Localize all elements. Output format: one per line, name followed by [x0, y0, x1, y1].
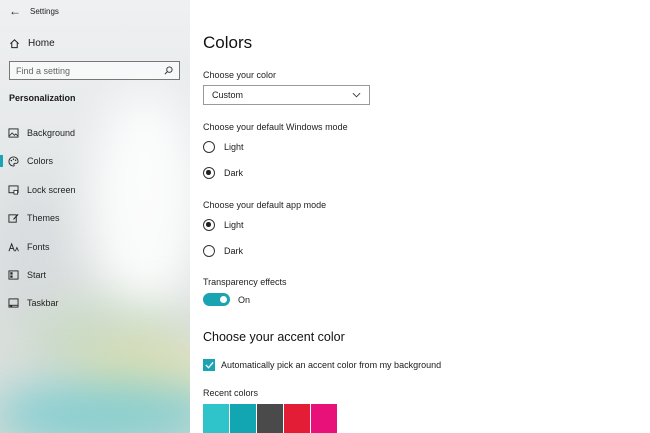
sidebar-item-label: Background — [27, 128, 76, 138]
search-input[interactable] — [16, 65, 156, 76]
color-swatch[interactable] — [311, 404, 337, 433]
font-icon — [0, 242, 27, 253]
transparency-toggle[interactable] — [203, 293, 230, 306]
home-icon — [0, 38, 28, 49]
transparency-toggle-row[interactable]: On — [203, 293, 250, 306]
search-box[interactable] — [9, 61, 180, 80]
sidebar-item-label: Colors — [27, 156, 54, 166]
picture-icon — [0, 128, 27, 138]
windows-mode-label: Choose your default Windows mode — [203, 122, 348, 132]
radio-circle[interactable] — [203, 245, 215, 257]
sidebar: ← Settings Home Personalization Backgrou… — [0, 0, 190, 433]
sidebar-item-label: Fonts — [27, 242, 50, 252]
choose-color-label: Choose your color — [203, 70, 277, 80]
sidebar-item-label: Themes — [27, 213, 60, 223]
title-bar: ← Settings — [0, 0, 190, 22]
home-nav-item[interactable]: Home — [0, 34, 55, 52]
choose-color-dropdown[interactable]: Custom — [203, 85, 370, 105]
brush-icon — [0, 213, 27, 224]
sidebar-item-lock-screen[interactable]: Lock screen — [0, 181, 190, 199]
sidebar-item-colors[interactable]: Colors — [0, 152, 190, 170]
recent-colors-label: Recent colors — [203, 388, 259, 398]
radio-label: Light — [224, 220, 244, 230]
color-swatch[interactable] — [203, 404, 229, 433]
radio-circle-selected[interactable] — [203, 219, 215, 231]
sidebar-item-taskbar[interactable]: Taskbar — [0, 294, 190, 312]
window-title: Settings — [30, 6, 59, 16]
auto-accent-checkbox[interactable] — [203, 359, 215, 371]
auto-accent-label: Automatically pick an accent color from … — [221, 360, 442, 370]
auto-accent-checkbox-row[interactable]: Automatically pick an accent color from … — [203, 359, 441, 371]
page-title: Colors — [203, 33, 253, 52]
search-icon[interactable] — [164, 62, 173, 80]
color-swatch[interactable] — [230, 404, 256, 433]
color-swatch[interactable] — [257, 404, 283, 433]
radio-label: Light — [224, 142, 244, 152]
radio-circle[interactable] — [203, 141, 215, 153]
windows-mode-light-radio[interactable]: Light — [203, 141, 244, 153]
palette-icon — [0, 155, 27, 167]
main-content: Colors Choose your color Custom Choose y… — [190, 0, 650, 433]
app-mode-light-radio[interactable]: Light — [203, 219, 244, 231]
transparency-label: Transparency effects — [203, 277, 287, 287]
chevron-down-icon — [352, 90, 361, 100]
sidebar-item-start[interactable]: Start — [0, 266, 190, 284]
sidebar-item-label: Lock screen — [27, 185, 76, 195]
radio-label: Dark — [224, 246, 244, 256]
sidebar-item-background[interactable]: Background — [0, 124, 190, 142]
back-arrow-icon[interactable]: ← — [0, 4, 30, 18]
section-title: Personalization — [9, 93, 76, 103]
sidebar-item-fonts[interactable]: Fonts — [0, 238, 190, 256]
app-mode-dark-radio[interactable]: Dark — [203, 245, 243, 257]
sidebar-item-label: Taskbar — [27, 298, 59, 308]
radio-circle-selected[interactable] — [203, 167, 215, 179]
color-swatch[interactable] — [284, 404, 310, 433]
windows-mode-dark-radio[interactable]: Dark — [203, 167, 243, 179]
toggle-state-label: On — [238, 294, 251, 305]
sidebar-item-themes[interactable]: Themes — [0, 209, 190, 227]
recent-colors-swatches — [203, 404, 338, 433]
radio-label: Dark — [224, 168, 244, 178]
app-mode-label: Choose your default app mode — [203, 200, 327, 210]
accent-color-heading: Choose your accent color — [203, 330, 345, 344]
lock-screen-icon — [0, 185, 27, 195]
start-grid-icon — [0, 270, 27, 280]
taskbar-icon — [0, 298, 27, 308]
dropdown-value: Custom — [212, 90, 244, 100]
sidebar-item-label: Start — [27, 270, 47, 280]
home-label: Home — [28, 37, 55, 49]
